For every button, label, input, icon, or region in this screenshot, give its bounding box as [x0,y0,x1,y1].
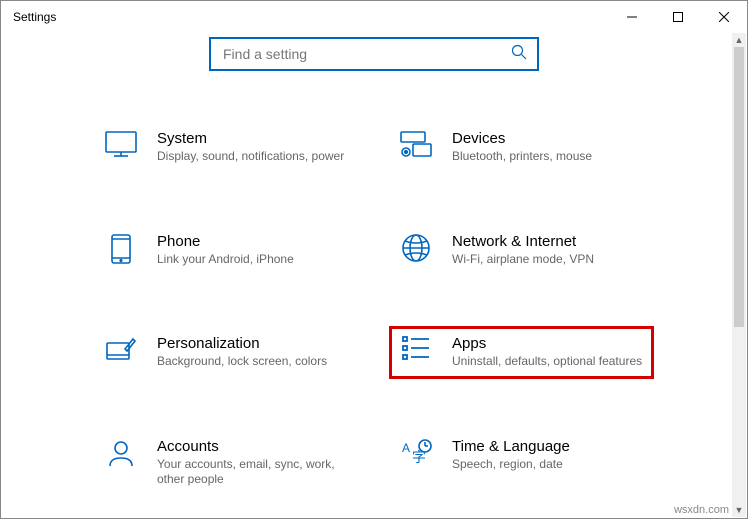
categories-grid: System Display, sound, notifications, po… [94,121,654,497]
titlebar: Settings [1,1,747,33]
category-desc: Wi-Fi, airplane mode, VPN [452,252,645,268]
maximize-button[interactable] [655,1,701,33]
category-desc: Link your Android, iPhone [157,252,350,268]
category-name: Time & Language [452,438,645,455]
category-name: Network & Internet [452,233,645,250]
scroll-up-arrow[interactable]: ▲ [732,33,746,47]
time-icon: A字 [398,438,434,468]
category-name: Personalization [157,335,350,352]
minimize-icon [627,12,637,22]
watermark: wsxdn.com [674,504,729,516]
category-apps[interactable]: Apps Uninstall, defaults, optional featu… [389,326,654,379]
accounts-icon [103,438,139,468]
phone-icon [103,233,139,265]
category-desc: Speech, region, date [452,457,645,473]
category-desc: Background, lock screen, colors [157,354,350,370]
scrollbar[interactable]: ▲ ▼ [732,33,746,517]
system-icon [103,130,139,158]
category-name: Apps [452,335,645,352]
close-button[interactable] [701,1,747,33]
svg-text:A: A [402,441,410,455]
window-title: Settings [13,10,56,24]
category-desc: Bluetooth, printers, mouse [452,149,645,165]
category-personalization[interactable]: Personalization Background, lock screen,… [94,326,359,379]
category-accounts[interactable]: Accounts Your accounts, email, sync, wor… [94,429,359,497]
category-network[interactable]: Network & Internet Wi-Fi, airplane mode,… [389,224,654,277]
minimize-button[interactable] [609,1,655,33]
category-system[interactable]: System Display, sound, notifications, po… [94,121,359,174]
network-icon [398,233,434,263]
category-name: System [157,130,350,147]
category-devices[interactable]: Devices Bluetooth, printers, mouse [389,121,654,174]
search-box[interactable] [209,37,539,71]
category-time[interactable]: A字 Time & Language Speech, region, date [389,429,654,497]
apps-icon [398,335,434,361]
category-name: Devices [452,130,645,147]
category-name: Accounts [157,438,350,455]
category-desc: Your accounts, email, sync, work, other … [157,457,350,488]
close-icon [719,12,729,22]
personalization-icon [103,335,139,365]
search-icon [511,44,527,65]
category-desc: Display, sound, notifications, power [157,149,350,165]
category-desc: Uninstall, defaults, optional features [452,354,645,370]
category-name: Phone [157,233,350,250]
maximize-icon [673,12,683,22]
devices-icon [398,130,434,158]
category-phone[interactable]: Phone Link your Android, iPhone [94,224,359,277]
search-input[interactable] [221,45,511,63]
scrollbar-thumb[interactable] [734,47,744,327]
scroll-down-arrow[interactable]: ▼ [732,503,746,517]
